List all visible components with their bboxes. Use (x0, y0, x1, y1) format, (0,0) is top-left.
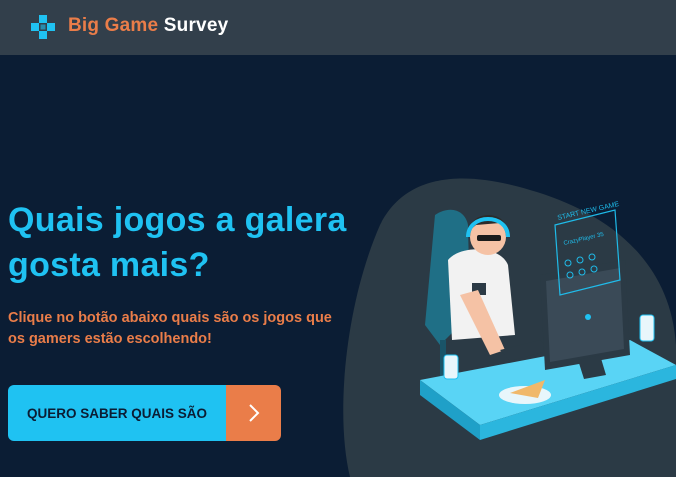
cta-label: QUERO SABER QUAIS SÃO (8, 385, 226, 441)
gamepad-icon[interactable] (30, 14, 56, 40)
brand-part-2: Survey (158, 15, 229, 36)
monitor-power-light (585, 314, 591, 320)
hero-title: Quais jogos a galera gosta mais? (8, 201, 347, 284)
gamer-sunglasses (477, 235, 501, 241)
gamer-illustration: START NEW GAME CrazyPlayer 35 (343, 178, 676, 477)
energy-can-right (639, 314, 655, 342)
energy-can-left (443, 354, 459, 380)
cta-button[interactable]: QUERO SABER QUAIS SÃO (8, 385, 281, 441)
cta-arrow (226, 385, 281, 441)
hero-subtitle: Clique no botão abaixo quais são os jogo… (8, 310, 332, 347)
brand-part-1: Big Game (68, 15, 159, 36)
brand-title[interactable]: Big Game Survey (68, 15, 228, 37)
top-header: Big Game Survey (0, 0, 676, 55)
chevron-right-icon (248, 404, 259, 422)
